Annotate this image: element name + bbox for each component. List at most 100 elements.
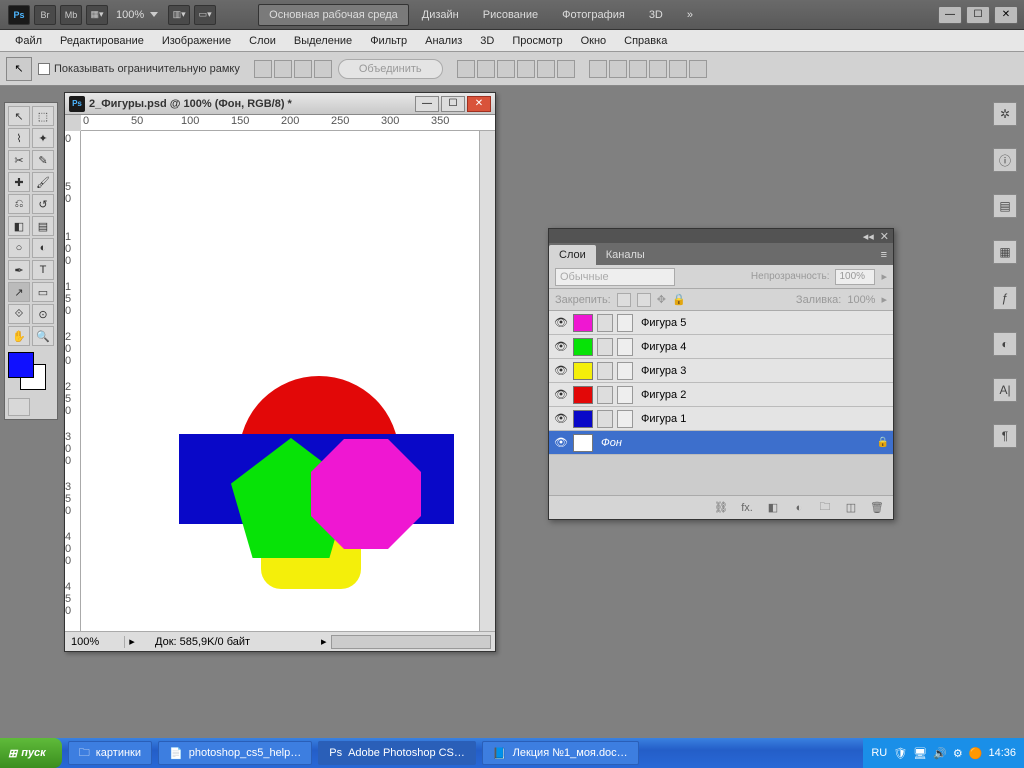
mask-icon[interactable] xyxy=(617,386,633,404)
mask-icon[interactable] xyxy=(617,338,633,356)
tray-icon[interactable]: 🟠 xyxy=(969,747,983,760)
lasso-tool-icon[interactable]: ⌇ xyxy=(8,128,30,148)
layer-thumb[interactable] xyxy=(573,410,593,428)
doc-minimize-button[interactable]: — xyxy=(415,96,439,112)
bridge-icon[interactable]: Br xyxy=(34,5,56,25)
vector-mask-icon[interactable] xyxy=(597,314,613,332)
start-button[interactable]: ⊞пуск xyxy=(0,738,62,768)
layer-name[interactable]: Фигура 1 xyxy=(637,413,686,425)
doc-maximize-button[interactable]: ☐ xyxy=(441,96,465,112)
type-tool-icon[interactable]: T xyxy=(32,260,54,280)
color-swatches[interactable] xyxy=(8,352,54,392)
vector-mask-icon[interactable] xyxy=(597,410,613,428)
zoom-level[interactable]: 100% xyxy=(116,9,144,21)
layer-row[interactable]: 👁 Фигура 4 xyxy=(549,335,893,359)
tray-icon[interactable]: 🖥 xyxy=(913,747,927,760)
mask-icon[interactable] xyxy=(617,314,633,332)
new-layer-icon[interactable]: ◫ xyxy=(843,501,859,515)
navigator-icon[interactable]: ✲ xyxy=(993,102,1017,126)
menu-3d[interactable]: 3D xyxy=(471,32,503,50)
ps-logo-icon[interactable]: Ps xyxy=(8,5,30,25)
tray-icon[interactable]: 🔊 xyxy=(933,747,947,760)
workspace-design[interactable]: Дизайн xyxy=(411,4,470,26)
panel-menu-icon[interactable]: ≡ xyxy=(875,245,893,265)
3d-tool-icon[interactable]: ⟐ xyxy=(8,304,30,324)
lock-pixels-icon[interactable] xyxy=(637,293,651,307)
link-icon[interactable]: ⛓ xyxy=(713,501,729,515)
workspace-photo[interactable]: Фотография xyxy=(551,4,636,26)
shape-tool-icon[interactable]: ▭ xyxy=(32,282,54,302)
layer-name[interactable]: Фигура 4 xyxy=(637,341,686,353)
menu-select[interactable]: Выделение xyxy=(285,32,361,50)
horizontal-scrollbar[interactable] xyxy=(331,635,491,649)
menu-help[interactable]: Справка xyxy=(615,32,676,50)
align-vmid-icon[interactable] xyxy=(477,60,495,78)
zoom-tool-icon[interactable]: 🔍 xyxy=(32,326,54,346)
status-arrow-icon[interactable]: ▸ xyxy=(125,635,139,648)
dodge-tool-icon[interactable]: ◐ xyxy=(32,238,54,258)
doc-close-button[interactable]: ✕ xyxy=(467,96,491,112)
lock-move-icon[interactable]: ✥ xyxy=(657,293,666,306)
eraser-tool-icon[interactable]: ◧ xyxy=(8,216,30,236)
visibility-icon[interactable]: 👁 xyxy=(553,315,569,331)
lock-trans-icon[interactable] xyxy=(617,293,631,307)
view-extras-icon[interactable]: ▦▾ xyxy=(86,5,108,25)
workspace-paint[interactable]: Рисование xyxy=(472,4,549,26)
system-tray[interactable]: RU 🛡 🖥 🔊 ⚙ 🟠 14:36 xyxy=(863,738,1024,768)
color-icon[interactable]: ▤ xyxy=(993,194,1017,218)
fx-icon[interactable]: fx. xyxy=(739,501,755,515)
align-icon[interactable] xyxy=(294,60,312,78)
vector-mask-icon[interactable] xyxy=(597,362,613,380)
menu-image[interactable]: Изображение xyxy=(153,32,240,50)
para-icon[interactable]: ¶ xyxy=(993,424,1017,448)
mask-icon[interactable] xyxy=(617,362,633,380)
blend-mode-select[interactable]: Обычные xyxy=(555,268,675,286)
tab-layers[interactable]: Слои xyxy=(549,245,596,265)
align-left-icon[interactable] xyxy=(517,60,535,78)
minimize-button[interactable]: — xyxy=(938,6,962,24)
group-icon[interactable]: 🗀 xyxy=(817,501,833,515)
layer-thumb[interactable] xyxy=(573,338,593,356)
document-titlebar[interactable]: Ps 2_Фигуры.psd @ 100% (Фон, RGB/8) * — … xyxy=(65,93,495,115)
align-bottom-icon[interactable] xyxy=(497,60,515,78)
layer-name[interactable]: Фигура 3 xyxy=(637,365,686,377)
tray-icon[interactable]: ⚙ xyxy=(953,747,963,760)
clock[interactable]: 14:36 xyxy=(988,747,1016,759)
menu-layers[interactable]: Слои xyxy=(240,32,285,50)
align-hmid-icon[interactable] xyxy=(537,60,555,78)
maximize-button[interactable]: ☐ xyxy=(966,6,990,24)
dist-icon[interactable] xyxy=(669,60,687,78)
heal-tool-icon[interactable]: ✚ xyxy=(8,172,30,192)
visibility-icon[interactable]: 👁 xyxy=(553,339,569,355)
menu-window[interactable]: Окно xyxy=(572,32,616,50)
wand-tool-icon[interactable]: ✦ xyxy=(32,128,54,148)
3d-camera-icon[interactable]: ⊙ xyxy=(32,304,54,324)
menu-filter[interactable]: Фильтр xyxy=(361,32,416,50)
layer-row[interactable]: 👁Фигура 5 xyxy=(549,311,893,335)
opacity-field[interactable]: 100% xyxy=(835,269,875,285)
arrange-icon[interactable]: ▥▾ xyxy=(168,5,190,25)
crop-tool-icon[interactable]: ✂ xyxy=(8,150,30,170)
minibridge-icon[interactable]: Mb xyxy=(60,5,82,25)
menu-analysis[interactable]: Анализ xyxy=(416,32,471,50)
align-right-icon[interactable] xyxy=(557,60,575,78)
swatches-icon[interactable]: ▦ xyxy=(993,240,1017,264)
hand-tool-icon[interactable]: ✋ xyxy=(8,326,30,346)
trash-icon[interactable]: 🗑 xyxy=(869,501,885,515)
visibility-icon[interactable]: 👁 xyxy=(553,387,569,403)
styles-icon[interactable]: ƒ xyxy=(993,286,1017,310)
visibility-icon[interactable]: 👁 xyxy=(553,363,569,379)
status-zoom[interactable]: 100% xyxy=(65,636,125,648)
mask-icon[interactable] xyxy=(617,410,633,428)
brush-tool-icon[interactable]: 🖌 xyxy=(32,172,54,192)
menu-file[interactable]: Файл xyxy=(6,32,51,50)
adjust-add-icon[interactable]: ◐ xyxy=(791,501,807,515)
taskbar-item[interactable]: 📄 photoshop_cs5_help… xyxy=(158,741,312,765)
visibility-icon[interactable]: 👁 xyxy=(553,411,569,427)
align-icon[interactable] xyxy=(254,60,272,78)
taskbar-item[interactable]: 🗀 картинки xyxy=(68,741,152,765)
layer-thumb[interactable] xyxy=(573,314,593,332)
layer-thumb[interactable] xyxy=(573,386,593,404)
move-tool-icon[interactable]: ↖ xyxy=(8,106,30,126)
layer-row[interactable]: 👁 Фигура 3 xyxy=(549,359,893,383)
